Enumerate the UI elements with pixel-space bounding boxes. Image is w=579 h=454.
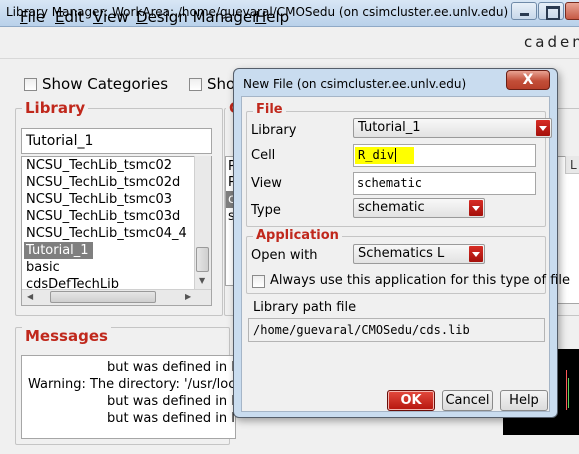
library-label: Library bbox=[251, 123, 297, 138]
message-line: but was defined in li bbox=[107, 394, 236, 409]
menu-view-mnemonic: V bbox=[93, 8, 103, 26]
menu-design-manager[interactable]: Design Manager bbox=[136, 8, 258, 26]
message-line: but was defined in li bbox=[107, 360, 236, 375]
library-list-item[interactable]: NCSU_TechLib_tsmc02 bbox=[26, 157, 172, 174]
menu-bar bbox=[0, 27, 579, 59]
menu-file[interactable]: File bbox=[20, 8, 45, 26]
dialog-title: New File (on csimcluster.ee.unlv.edu) bbox=[243, 77, 467, 91]
library-select-value: Tutorial_1 bbox=[358, 120, 421, 135]
cadence-logo: caden bbox=[524, 33, 579, 51]
library-list-item[interactable]: NCSU_TechLib_tsmc03d bbox=[26, 208, 180, 225]
library-filter-input[interactable]: Tutorial_1 bbox=[21, 128, 212, 154]
chevron-down-icon[interactable] bbox=[469, 200, 483, 216]
library-path-field: /home/guevaral/CMOSedu/cds.lib bbox=[248, 318, 545, 342]
open-with-label: Open with bbox=[251, 248, 318, 263]
close-icon: X bbox=[522, 72, 534, 88]
library-group-title: Library bbox=[22, 99, 89, 117]
library-path-label: Library path file bbox=[253, 300, 357, 315]
preview-wire bbox=[568, 378, 569, 408]
scroll-left-arrow-icon[interactable]: ◀ bbox=[27, 292, 33, 301]
library-list-item[interactable]: NCSU_TechLib_tsmc03 bbox=[26, 191, 172, 208]
open-with-select-value: Schematics L bbox=[358, 246, 445, 261]
library-list[interactable]: NCSU_TechLib_tsmc02 NCSU_TechLib_tsmc02d… bbox=[21, 156, 212, 306]
library-list-item[interactable]: NCSU_TechLib_tsmc04_4 bbox=[26, 225, 187, 242]
library-list-item-selected[interactable]: Tutorial_1 bbox=[24, 242, 93, 259]
cell-view-column-header: L bbox=[570, 158, 577, 172]
view-name-input[interactable]: schematic bbox=[353, 172, 536, 195]
scroll-right-arrow-icon[interactable]: ▶ bbox=[185, 292, 191, 301]
minimize-button[interactable] bbox=[511, 2, 537, 20]
cell-name-value: R_div bbox=[358, 148, 397, 162]
dialog-close-button[interactable]: X bbox=[506, 70, 550, 90]
menu-design-manager-label: esign Manager bbox=[147, 8, 259, 26]
chevron-down-icon[interactable] bbox=[469, 246, 483, 262]
library-horizontal-scroll-thumb[interactable] bbox=[50, 291, 156, 303]
preview-wire bbox=[566, 370, 567, 410]
menu-design-manager-mnemonic: D bbox=[136, 8, 148, 26]
always-use-checkbox[interactable] bbox=[252, 275, 265, 288]
menu-help-label: elp bbox=[266, 8, 290, 26]
menu-help-mnemonic: H bbox=[255, 8, 267, 26]
type-select[interactable]: schematic bbox=[353, 198, 485, 218]
main-close-button[interactable] bbox=[565, 2, 579, 20]
application-group-title: Application bbox=[253, 228, 342, 243]
cell-label: Cell bbox=[251, 148, 276, 163]
library-list-item[interactable]: NCSU_TechLib_tsmc02d bbox=[26, 174, 180, 191]
menu-help[interactable]: Help bbox=[255, 8, 289, 26]
library-vertical-scroll-thumb[interactable] bbox=[196, 247, 209, 272]
maximize-button[interactable] bbox=[538, 2, 564, 20]
menu-view[interactable]: View bbox=[93, 8, 129, 26]
messages-area[interactable]: but was defined in li Warning: The direc… bbox=[21, 355, 236, 439]
always-use-label[interactable]: Always use this application for this typ… bbox=[270, 273, 570, 288]
library-select[interactable]: Tutorial_1 bbox=[353, 118, 552, 138]
menu-file-label: ile bbox=[27, 8, 46, 26]
scroll-down-arrow-icon[interactable]: ▼ bbox=[199, 276, 205, 285]
show-other-checkbox[interactable] bbox=[189, 78, 202, 91]
ok-button[interactable]: OK bbox=[387, 390, 435, 411]
file-group-title: File bbox=[253, 102, 286, 117]
menu-file-mnemonic: F bbox=[20, 8, 28, 26]
open-with-select[interactable]: Schematics L bbox=[353, 244, 485, 264]
help-button[interactable]: Help bbox=[500, 390, 548, 411]
menu-edit-label: dit bbox=[64, 8, 85, 26]
type-label: Type bbox=[251, 203, 281, 218]
view-label: View bbox=[251, 176, 282, 191]
cancel-button[interactable]: Cancel bbox=[442, 390, 493, 411]
menu-edit[interactable]: Edit bbox=[55, 8, 84, 26]
chevron-down-icon[interactable] bbox=[536, 120, 550, 136]
library-list-item[interactable]: basic bbox=[26, 259, 60, 276]
messages-group-title: Messages bbox=[22, 327, 111, 345]
menu-view-label: iew bbox=[102, 8, 129, 26]
type-select-value: schematic bbox=[358, 200, 425, 215]
message-line: Warning: The directory: '/usr/loc bbox=[28, 377, 236, 392]
message-line: but was defined in li bbox=[107, 411, 236, 426]
show-categories-checkbox[interactable] bbox=[24, 78, 37, 91]
show-categories-label[interactable]: Show Categories bbox=[42, 75, 168, 93]
